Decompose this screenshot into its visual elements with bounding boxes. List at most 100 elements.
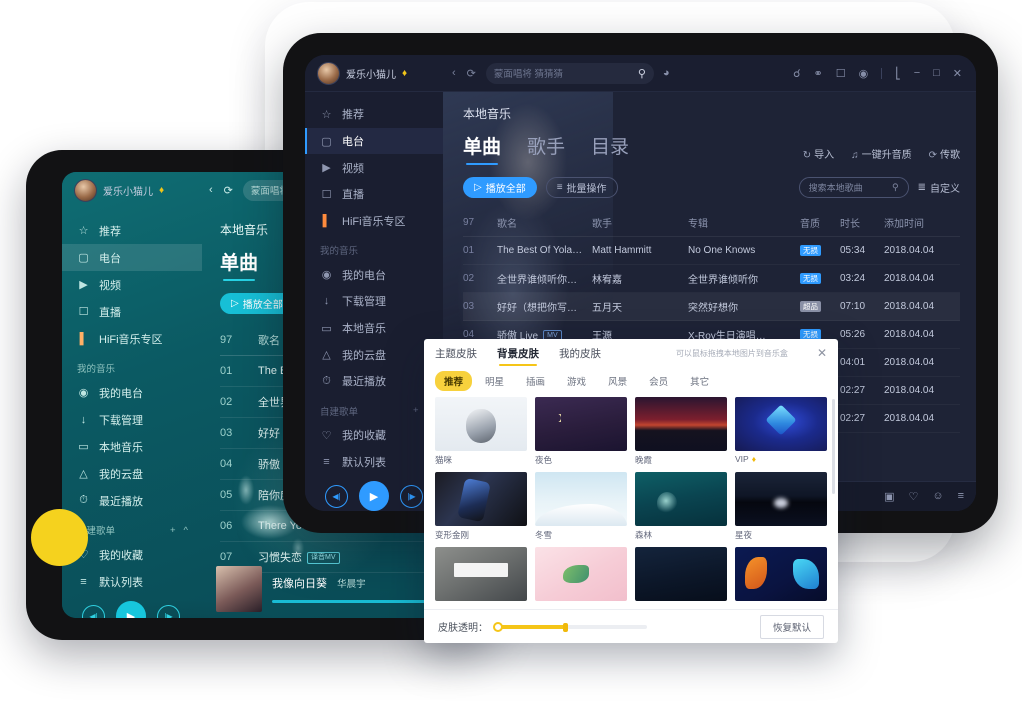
sidebar-item-favorites[interactable]: ♡ 我的收藏 — [305, 422, 443, 449]
tab-artists[interactable]: 歌手 — [527, 132, 565, 165]
next-track-button[interactable]: |▶ — [400, 484, 423, 508]
sidebar-item-video[interactable]: ▶ 视频 — [305, 154, 443, 181]
chip-illustration[interactable]: 插画 — [517, 371, 554, 391]
skin-thumb-image[interactable] — [635, 547, 727, 601]
skin-thumb-image[interactable] — [635, 397, 727, 451]
tab-catalog[interactable]: 目录 — [591, 132, 629, 165]
chip-games[interactable]: 游戏 — [558, 371, 595, 391]
chip-other[interactable]: 其它 — [681, 371, 718, 391]
table-row[interactable]: 03 好好（想把你写成一首歌） 五月天 突然好想你 超品 07:10 2018.… — [463, 293, 960, 321]
table-row[interactable]: 02 全世界谁倾听你（电影《从你的全世界… 林宥嘉 全世界谁倾听你 无损 03:… — [463, 265, 960, 293]
search-input[interactable]: 蒙面唱将 猜猜猜 ⚲ — [485, 62, 654, 84]
sidebar-item-live[interactable]: ☐ 直播 — [62, 298, 202, 325]
add-playlist-icon[interactable]: + — [170, 525, 176, 536]
skin-thumbnail-transformers[interactable]: 变形金刚 — [435, 472, 527, 541]
skin-thumb-image[interactable] — [435, 547, 527, 601]
sidebar-item-hifi[interactable]: ▌ HiFi音乐专区 — [62, 325, 202, 352]
refresh-icon[interactable]: ⟳ — [467, 67, 476, 80]
lyrics-icon[interactable]: ▣ — [884, 490, 894, 503]
transfer-button[interactable]: ⟳ 传歌 — [929, 146, 960, 161]
play-button[interactable]: ▶ — [116, 601, 146, 618]
sidebar-item-default-list[interactable]: ≡ 默认列表 — [305, 448, 443, 475]
sidebar-item-downloads[interactable]: ↓ 下载管理 — [305, 288, 443, 315]
search-icon[interactable]: ⚲ — [638, 67, 646, 80]
sidebar-item-my-radio[interactable]: ◉ 我的电台 — [305, 261, 443, 288]
settings-icon[interactable]: ◉ — [859, 67, 869, 80]
tab-theme-skin[interactable]: 主题皮肤 — [435, 341, 477, 365]
close-icon[interactable]: ✕ — [953, 67, 962, 80]
skin-icon[interactable]: ☌ — [793, 67, 800, 80]
skin-thumbnail-forest[interactable]: 森林 — [635, 472, 727, 541]
back-icon[interactable]: ‹ — [209, 184, 213, 196]
sidebar-item-radio[interactable]: ▢ 电台 — [62, 244, 202, 271]
transparency-slider[interactable] — [493, 621, 647, 632]
refresh-icon[interactable]: ⟳ — [224, 184, 233, 197]
teal-user-profile[interactable]: 爱乐小猫儿 ♦ — [62, 178, 200, 202]
user-profile[interactable]: 爱乐小猫儿 ♦ — [305, 61, 443, 85]
play-button[interactable]: ▶ — [359, 481, 389, 511]
reset-default-button[interactable]: 恢复默认 — [759, 614, 824, 639]
skin-thumbnail-wintersnow[interactable]: 冬雪 — [535, 472, 627, 541]
search-icon[interactable]: ⚲ — [892, 182, 899, 193]
sidebar-item-default-list[interactable]: ≡ 默认列表 — [62, 568, 202, 595]
batch-operations-button[interactable]: ≡ 批量操作 — [545, 177, 618, 198]
headphones-icon[interactable]: ⚭ — [813, 67, 822, 80]
emoji-icon[interactable]: ☺ — [932, 490, 943, 503]
chip-recommend[interactable]: 推荐 — [435, 371, 473, 391]
sidebar-item-hifi[interactable]: ▌ HiFi音乐专区 — [305, 208, 443, 235]
skin-thumbnail-starrynight[interactable]: 星夜 — [735, 472, 827, 541]
tab-songs[interactable]: 单曲 — [463, 132, 501, 165]
tab-background-skin[interactable]: 背景皮肤 — [497, 341, 539, 366]
sidebar-item-video[interactable]: ▶ 视频 — [62, 271, 202, 298]
add-playlist-icon[interactable]: + — [413, 405, 419, 416]
sidebar-item-cloud[interactable]: △ 我的云盘 — [62, 460, 202, 487]
skin-thumbnail-vip[interactable]: VIP ♦ — [735, 397, 827, 466]
message-icon[interactable]: ☐ — [836, 67, 846, 80]
chip-member[interactable]: 会员 — [640, 371, 677, 391]
album-cover[interactable] — [216, 566, 262, 612]
sidebar-item-recent[interactable]: ⏱ 最近播放 — [62, 487, 202, 514]
sidebar-item-live[interactable]: ☐ 直播 — [305, 181, 443, 208]
sidebar-item-downloads[interactable]: ↓ 下载管理 — [62, 406, 202, 433]
maximize-icon[interactable]: □ — [933, 67, 940, 79]
skin-grid-scrollbar[interactable] — [832, 399, 835, 494]
upgrade-quality-button[interactable]: ♫ 一键升音质 — [851, 146, 912, 161]
slider-knob-left[interactable] — [493, 621, 503, 632]
sidebar-item-my-radio[interactable]: ◉ 我的电台 — [62, 379, 202, 406]
close-icon[interactable]: ✕ — [817, 346, 827, 360]
next-track-button[interactable]: |▶ — [157, 604, 180, 618]
skin-thumbnail-pinkbird[interactable] — [535, 547, 627, 601]
slider-knob[interactable] — [563, 622, 568, 632]
skin-thumb-image[interactable] — [735, 547, 827, 601]
sidebar-item-cloud[interactable]: △ 我的云盘 — [305, 341, 443, 368]
import-button[interactable]: ↻ 导入 — [803, 146, 834, 161]
chip-scenery[interactable]: 风景 — [599, 371, 636, 391]
back-icon[interactable]: ‹ — [452, 67, 456, 79]
skin-thumbnail-deepblue[interactable] — [635, 547, 727, 601]
table-row[interactable]: 01 The Best Of Yolanda Ada Matt Hammitt … — [463, 237, 960, 265]
skin-thumb-image[interactable] — [635, 472, 727, 526]
minimize-icon[interactable]: − — [914, 67, 920, 79]
sidebar-item-recommend[interactable]: ☆ 推荐 — [62, 217, 202, 244]
previous-track-button[interactable]: ◀| — [82, 604, 105, 618]
favorite-icon[interactable]: ♡ — [908, 490, 918, 503]
customize-button[interactable]: ≣ 自定义 — [918, 180, 960, 195]
skin-thumb-image[interactable] — [535, 547, 627, 601]
skin-thumbnail-cat[interactable]: 猫咪 — [435, 397, 527, 466]
skin-thumb-image[interactable] — [735, 397, 827, 451]
discover-icon[interactable]: ◕ — [663, 67, 670, 79]
skin-thumb-image[interactable] — [435, 472, 527, 526]
sidebar-item-recent[interactable]: ⏱ 最近播放 — [305, 368, 443, 395]
sidebar-item-recommend[interactable]: ☆ 推荐 — [305, 101, 443, 128]
skin-thumbnail-sunset[interactable]: 晚霞 — [635, 397, 727, 466]
skin-thumbnail-pisces[interactable] — [735, 547, 827, 601]
chip-stars[interactable]: 明星 — [476, 371, 513, 391]
playlist-queue-icon[interactable]: ≡ — [958, 490, 964, 503]
mini-mode-icon[interactable]: ⎣ — [895, 67, 901, 80]
skin-thumb-image[interactable] — [735, 472, 827, 526]
previous-track-button[interactable]: ◀| — [325, 484, 348, 508]
skin-thumbnail-night[interactable]: 夜色 — [535, 397, 627, 466]
chevron-up-icon[interactable]: ^ — [184, 525, 188, 536]
sidebar-item-local-music[interactable]: ▭ 本地音乐 — [62, 433, 202, 460]
tab-songs[interactable]: 单曲 — [220, 248, 258, 281]
